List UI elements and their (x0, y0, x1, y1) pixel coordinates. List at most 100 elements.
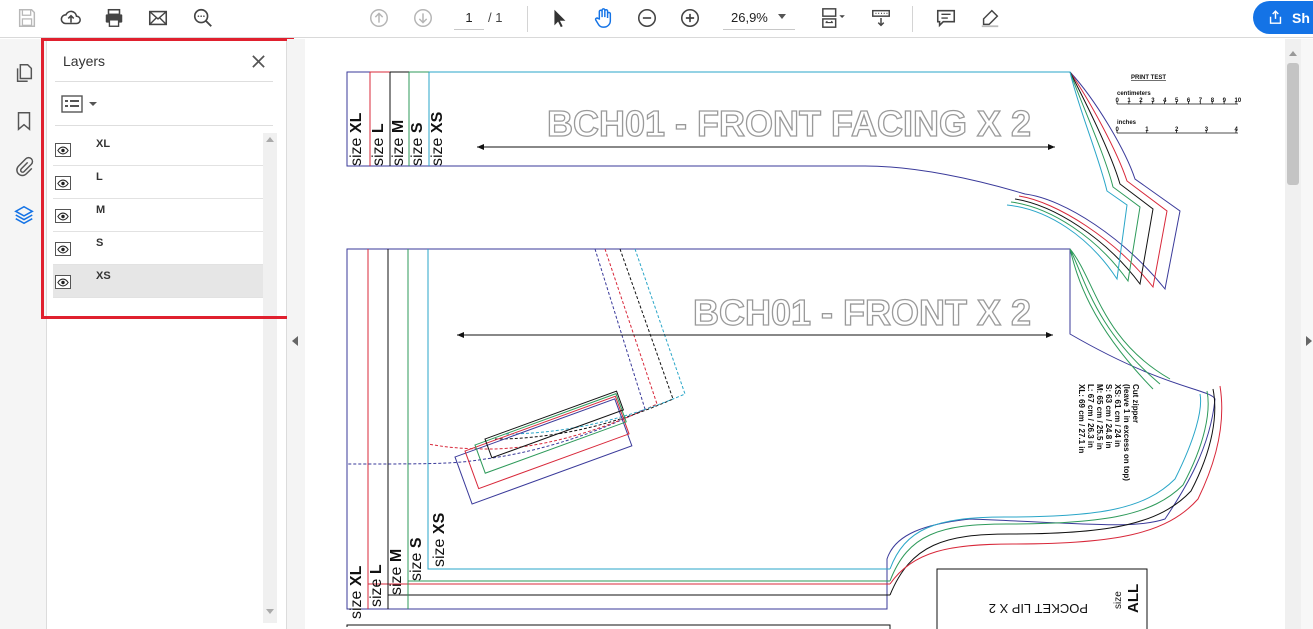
layer-name: S (96, 237, 104, 249)
eye-visibility-icon[interactable] (55, 143, 71, 157)
collapse-left-icon[interactable] (292, 336, 298, 346)
page-display-icon[interactable] (812, 4, 852, 32)
ruler-tick-label: 0 (1116, 98, 1120, 104)
size-all-label: ALL (1125, 584, 1142, 613)
share-button[interactable]: Sh (1253, 1, 1313, 34)
panel-title: Layers (63, 53, 106, 69)
toolbar-divider (912, 6, 913, 32)
bookmark-icon[interactable] (10, 107, 38, 135)
layer-row-s[interactable]: S (53, 232, 263, 265)
ruler-tick-label: 7 (1199, 98, 1203, 104)
top-toolbar: / 1 26,9% Sh (0, 0, 1313, 38)
share-button-label: Sh (1292, 9, 1310, 26)
eye-visibility-icon[interactable] (55, 275, 71, 289)
cm-ticks: 0 1 2 3 4 5 6 7 8 9 10 (1116, 98, 1242, 104)
ruler-tick-label: 9 (1223, 98, 1227, 104)
share-icon (1269, 10, 1282, 24)
left-navigation-rail (0, 39, 47, 629)
panel-collapse-handle[interactable] (287, 39, 305, 629)
inch-ticks: 0 1 2 3 4 (1116, 127, 1239, 133)
scroll-up-icon[interactable] (266, 137, 274, 142)
scroll-down-icon[interactable] (266, 609, 274, 614)
expand-right-icon[interactable] (1306, 336, 1312, 346)
inches-label: inches (1117, 120, 1137, 126)
front-facing-piece: BCH01 - FRONT FACING X 2 size XL size L … (346, 71, 1181, 291)
svg-text:L: 67 cm / 26.3 in: L: 67 cm / 26.3 in (1086, 384, 1095, 448)
next-page-icon[interactable] (408, 4, 438, 32)
ruler-tick-label: 1 (1127, 98, 1131, 104)
email-icon[interactable] (143, 4, 173, 32)
document-scrollbar[interactable] (1285, 39, 1301, 629)
ruler-tick-label: 10 (1235, 98, 1242, 104)
zoom-in-icon[interactable] (675, 4, 705, 32)
cm-label: centimeters (1117, 91, 1151, 97)
svg-text:XS: 61 cm / 24 in: XS: 61 cm / 24 in (1113, 384, 1122, 447)
scrollbar-thumb[interactable] (1287, 63, 1299, 185)
panel-divider (55, 125, 273, 126)
page-total-label: / 1 (488, 10, 503, 25)
scroll-up-icon[interactable] (1289, 51, 1297, 56)
size-label-xs-front: size XS (431, 512, 448, 567)
close-icon[interactable] (248, 51, 268, 71)
layers-panel: Layers XL L M S XS (47, 39, 287, 629)
highlighter-icon[interactable] (975, 4, 1005, 32)
layer-row-xl[interactable]: XL (53, 133, 263, 166)
layers-icon[interactable] (10, 201, 38, 229)
ruler-tick-label: 4 (1163, 98, 1167, 104)
size-all-prefix: size (1113, 591, 1124, 609)
layer-list-scrollbar[interactable] (263, 133, 277, 623)
hand-tool-icon[interactable] (588, 4, 618, 32)
select-cursor-icon[interactable] (544, 4, 574, 32)
zoom-out-icon[interactable] (632, 4, 662, 32)
piece3-title: POCKET LIP X 2 (989, 601, 1088, 616)
scroll-mode-icon[interactable] (866, 4, 896, 32)
list-options-icon (61, 95, 83, 113)
save-icon[interactable] (12, 4, 42, 32)
svg-text:S: 63 cm / 24.8 in: S: 63 cm / 24.8 in (1104, 384, 1113, 449)
eye-visibility-icon[interactable] (55, 209, 71, 223)
layer-row-xs[interactable]: XS (53, 265, 263, 298)
zipper-cut-note: Cut zipper (leave 1 in excess on top) XS… (1077, 384, 1140, 481)
print-test-title: PRINT TEST (1131, 75, 1166, 81)
ruler-tick-label: 5 (1175, 98, 1179, 104)
ruler-tick-label: 2 (1139, 98, 1143, 104)
comment-icon[interactable] (931, 4, 961, 32)
previous-page-icon[interactable] (364, 4, 394, 32)
document-viewport[interactable]: BCH01 - FRONT FACING X 2 size XL size L … (305, 39, 1285, 629)
ruler-tick-label: 6 (1187, 98, 1191, 104)
layer-list: XL L M S XS (53, 133, 263, 623)
panel-divider (55, 81, 273, 82)
svg-text:Cut zipper: Cut zipper (1131, 384, 1140, 423)
ruler-tick-label: 4 (1235, 127, 1239, 133)
ruler-tick-label: 3 (1205, 127, 1209, 133)
layer-name: M (96, 204, 106, 216)
search-zoom-icon[interactable] (188, 4, 218, 32)
page-number-input[interactable] (454, 6, 484, 30)
size-label-xl-front: size XL (348, 565, 365, 619)
eye-visibility-icon[interactable] (55, 176, 71, 190)
pocket-lip-piece: POCKET LIP X 2 size ALL (936, 568, 1148, 629)
size-label-m: size M (390, 120, 407, 166)
ruler-tick-label: 0 (1116, 127, 1120, 133)
layer-row-l[interactable]: L (53, 166, 263, 199)
pdf-page: BCH01 - FRONT FACING X 2 size XL size L … (305, 39, 1285, 629)
eye-visibility-icon[interactable] (55, 242, 71, 256)
zoom-level-value: 26,9% (731, 10, 768, 25)
attachment-icon[interactable] (10, 153, 38, 181)
print-icon[interactable] (99, 4, 129, 32)
right-panel-handle[interactable] (1301, 39, 1313, 629)
upload-cloud-icon[interactable] (56, 4, 86, 32)
size-label-s-front: size S (408, 537, 425, 581)
ruler-tick-label: 1 (1145, 127, 1149, 133)
layer-row-m[interactable]: M (53, 199, 263, 232)
ruler-tick-label: 3 (1151, 98, 1155, 104)
chevron-down-icon[interactable] (778, 14, 786, 19)
page-thumbnails-icon[interactable] (10, 59, 38, 87)
chevron-down-icon (89, 102, 97, 106)
size-label-l: size L (370, 123, 387, 166)
acrobat-window: / 1 26,9% Sh (0, 0, 1313, 629)
layer-options-button[interactable] (61, 93, 101, 115)
size-label-s: size S (409, 122, 426, 166)
size-label-xl: size XL (348, 112, 365, 166)
svg-text:M: 65 cm / 25.5 in: M: 65 cm / 25.5 in (1095, 384, 1104, 450)
